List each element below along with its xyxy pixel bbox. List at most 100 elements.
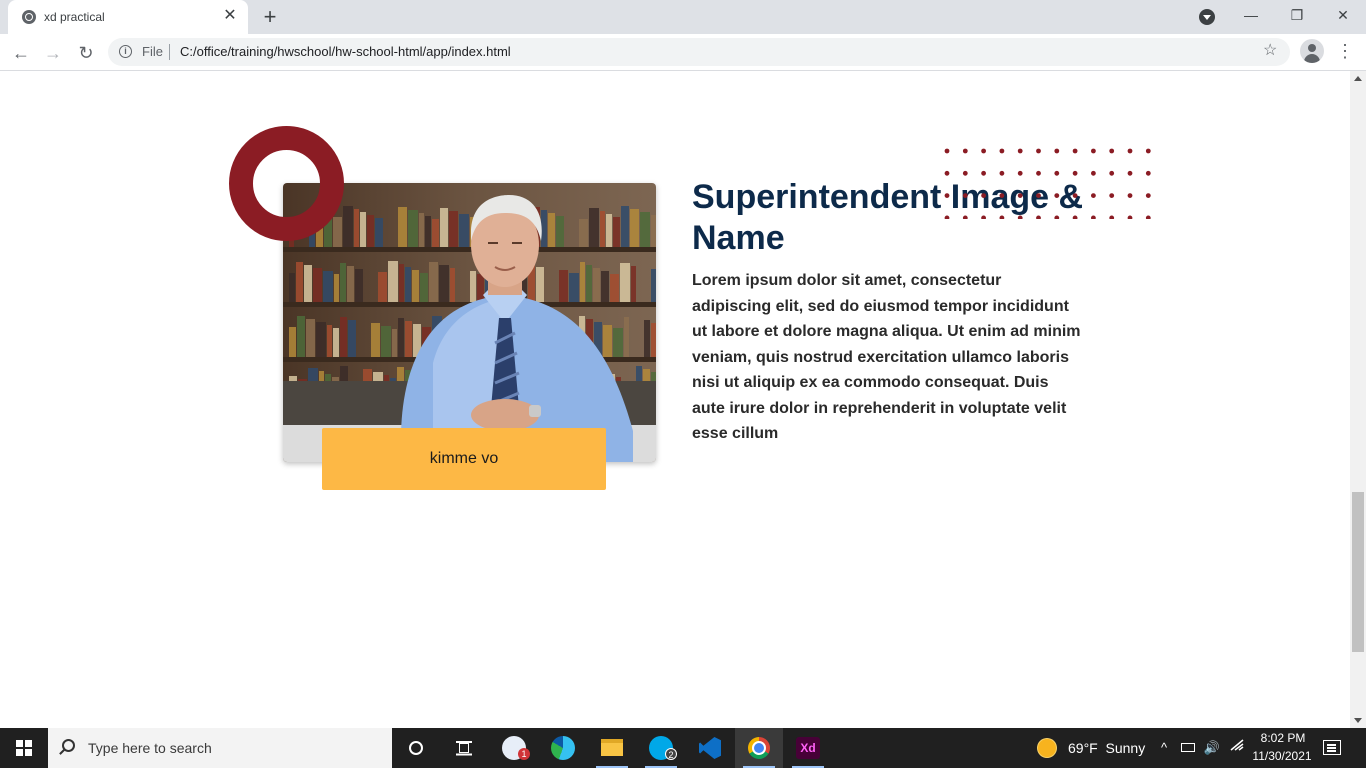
decoration-dot — [944, 193, 950, 198]
decoration-dot — [1109, 193, 1115, 198]
scrollbar-thumb[interactable] — [1352, 492, 1364, 652]
battery-icon-shape — [1181, 743, 1195, 752]
weather-condition: Sunny — [1105, 740, 1146, 756]
new-tab-button[interactable]: + — [258, 5, 282, 29]
decorative-ring — [229, 126, 344, 241]
tray-overflow-icon[interactable]: ^ — [1156, 738, 1172, 758]
taskbar-app-file-explorer[interactable] — [588, 728, 636, 768]
decoration-dot — [1054, 215, 1060, 219]
restore-button[interactable]: ❐ — [1274, 0, 1320, 30]
outlook-badge: 1 — [518, 748, 530, 760]
browser-toolbar: ← → ↻ i File C:/office/training/hwschool… — [0, 34, 1366, 71]
page-scrollbar[interactable] — [1350, 71, 1366, 728]
file-explorer-icon — [601, 739, 623, 756]
info-icon[interactable]: i — [119, 45, 132, 58]
decoration-dot — [1091, 148, 1096, 154]
url-separator — [169, 44, 170, 60]
minimize-button[interactable]: — — [1228, 0, 1274, 30]
search-icon — [62, 739, 75, 752]
window-close-button[interactable]: ✕ — [1320, 0, 1366, 30]
decoration-dot — [1091, 215, 1096, 219]
tab-title: xd practical — [44, 10, 105, 24]
back-button[interactable]: ← — [8, 40, 34, 66]
cortana-button[interactable] — [392, 728, 440, 768]
page-viewport: Superintendent Image & Name Lorem ipsum … — [0, 71, 1350, 728]
decoration-dot — [1017, 215, 1023, 219]
decoration-dot — [981, 215, 986, 219]
decoration-dot — [1054, 193, 1060, 198]
url-text[interactable]: C:/office/training/hwschool/hw-school-ht… — [180, 44, 511, 59]
clock-time[interactable]: 8:02 PM — [1252, 731, 1314, 745]
scroll-up-icon[interactable] — [1354, 76, 1362, 81]
taskbar-search-box[interactable]: Type here to search — [48, 728, 392, 768]
taskbar-app-chrome[interactable] — [735, 728, 783, 768]
decoration-dot — [981, 148, 986, 154]
browser-menu-icon[interactable]: ⋮ — [1336, 40, 1354, 62]
taskbar-search-placeholder: Type here to search — [88, 740, 212, 756]
task-view-icon — [456, 741, 472, 755]
notifications-icon[interactable] — [1323, 740, 1341, 755]
decoration-dot — [1072, 170, 1078, 176]
windows-logo-icon — [16, 740, 32, 756]
decoration-dot — [1145, 215, 1151, 219]
taskbar-app-edge[interactable] — [539, 728, 587, 768]
battery-icon[interactable] — [1180, 738, 1196, 758]
globe-icon — [22, 10, 36, 24]
speaker-icon[interactable]: 🔊 — [1203, 738, 1221, 758]
decoration-dot — [1109, 170, 1115, 176]
decoration-dot — [1036, 193, 1041, 198]
profile-avatar-icon[interactable] — [1300, 39, 1324, 63]
decoration-dot — [962, 148, 968, 154]
decoration-dot — [999, 215, 1005, 219]
weather-widget[interactable]: 69°F Sunny — [1068, 740, 1145, 756]
scroll-down-icon[interactable] — [1354, 718, 1362, 723]
decoration-dot — [1072, 193, 1078, 198]
taskbar-app-adobe-xd[interactable]: Xd — [784, 728, 832, 768]
address-bar[interactable]: i File C:/office/training/hwschool/hw-sc… — [108, 38, 1290, 66]
decoration-dot — [962, 215, 968, 219]
reload-button[interactable]: ↻ — [73, 40, 99, 66]
adobe-xd-icon: Xd — [796, 737, 820, 759]
decoration-dot — [962, 193, 968, 198]
decoration-dot — [981, 193, 986, 198]
task-view-button[interactable] — [440, 728, 488, 768]
weather-temperature: 69°F — [1068, 740, 1098, 756]
superintendent-photo-image — [283, 183, 656, 462]
superintendent-photo — [283, 183, 656, 462]
clock-date[interactable]: 11/30/2021 — [1250, 749, 1314, 763]
bookmark-star-icon[interactable]: ☆ — [1263, 41, 1277, 61]
forward-button[interactable]: → — [40, 40, 66, 66]
taskbar-app-vscode[interactable] — [686, 728, 734, 768]
network-icon[interactable] — [1228, 738, 1246, 758]
decoration-dot — [1036, 215, 1041, 219]
decoration-dot — [1036, 148, 1041, 154]
decoration-dot — [1109, 148, 1115, 154]
decoration-dot — [1017, 170, 1023, 176]
edge-icon — [551, 736, 575, 760]
wifi-icon — [1230, 739, 1244, 751]
superintendent-name: kimme vo — [429, 450, 499, 467]
skype-badge: 2 — [665, 748, 677, 760]
decoration-dot — [1127, 215, 1133, 219]
sunny-weather-icon[interactable] — [1038, 739, 1056, 757]
browser-tab[interactable]: xd practical ✕ — [8, 0, 248, 34]
decoration-dot — [1017, 193, 1023, 198]
taskbar-app-outlook[interactable]: 1 — [490, 728, 538, 768]
decoration-dot — [944, 215, 950, 219]
decoration-dot — [1054, 148, 1060, 154]
decoration-dot — [1091, 170, 1096, 176]
decoration-dot — [1091, 193, 1096, 198]
url-scheme-label: File — [142, 44, 163, 59]
decoration-dot — [1017, 148, 1023, 154]
dot-grid-decoration — [944, 148, 1151, 219]
cortana-icon — [409, 741, 423, 755]
start-button[interactable] — [0, 728, 48, 768]
tab-close-icon[interactable]: ✕ — [220, 6, 240, 26]
decoration-dot — [944, 170, 950, 176]
taskbar-app-skype[interactable]: 2 — [637, 728, 685, 768]
tab-search-icon[interactable] — [1199, 9, 1215, 25]
browser-tabstrip: xd practical ✕ + — ❐ ✕ — [0, 0, 1366, 34]
superintendent-bio: Lorem ipsum dolor sit amet, consectetur … — [692, 272, 1081, 442]
decoration-dot — [1072, 215, 1078, 219]
decoration-dot — [962, 170, 968, 176]
